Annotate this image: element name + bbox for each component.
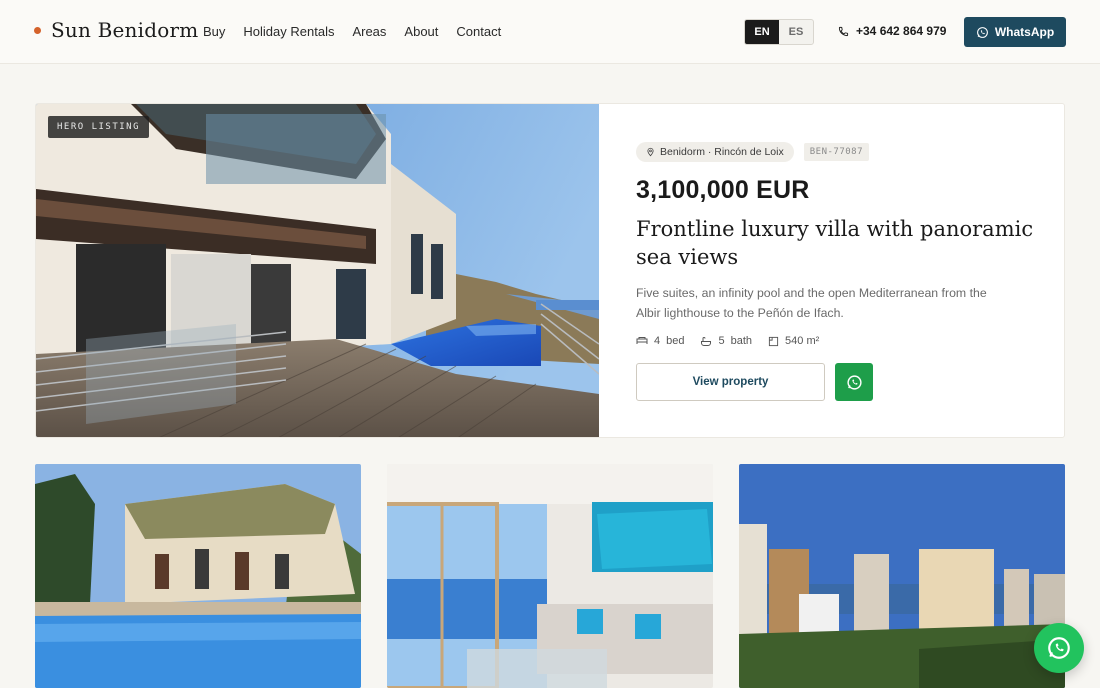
lang-es[interactable]: ES [779,20,813,44]
brand-dot [34,26,41,34]
listing-card-image[interactable] [35,464,361,688]
floating-whatsapp-button[interactable] [1034,623,1084,673]
phone-icon [838,26,849,36]
location-tag: Benidorm · Rincón de Loix [636,142,794,162]
baths-label: bath [730,335,753,347]
listing-description: Five suites, an infinity pool and the op… [636,286,987,320]
hero-villa-image[interactable]: HERO LISTING [36,104,599,437]
spec-baths: 5 bath [700,335,752,347]
beds-label: bed [666,335,685,347]
listing-card-image[interactable] [387,464,713,688]
listing-title[interactable]: Frontline luxury villa with panoramic se… [636,215,1046,271]
brand-name: Sun Benidorm [51,18,199,42]
hero-listing-details: Benidorm · Rincón de Loix BEN-77087 3,10… [636,142,1046,401]
pin-icon [647,147,654,157]
bed-icon [636,337,648,344]
nav-about[interactable]: About [404,24,438,39]
spec-beds: 4 bed [636,335,684,347]
baths-count: 5 [718,335,725,347]
lang-en[interactable]: EN [745,20,779,44]
listing-card-image[interactable] [739,464,1065,688]
nav-holiday-rentals[interactable]: Holiday Rentals [243,24,334,39]
area-value: 540 m² [785,335,820,347]
nav-buy[interactable]: Buy [203,24,225,39]
beds-count: 4 [654,335,661,347]
spec-area: 540 m² [768,335,819,347]
area-icon [768,336,779,346]
whatsapp-button[interactable]: WhatsApp [964,17,1066,47]
brand-logo[interactable]: Sun Benidorm [34,18,198,42]
whatsapp-icon [976,26,988,38]
whatsapp-icon [846,374,862,390]
nav-contact[interactable]: Contact [456,24,501,39]
location-text: Benidorm · Rincón de Loix [660,146,784,158]
view-property-button[interactable]: View property [636,363,825,401]
listing-price: 3,100,000 EUR [636,176,810,204]
site-header: Sun Benidorm Buy Holiday Rentals Areas A… [0,0,1100,64]
listing-specs: 4 bed 5 bath 540 m² [636,335,1046,347]
phone-number: +34 642 864 979 [856,24,947,38]
whatsapp-icon [1048,637,1070,659]
bath-icon [701,336,712,346]
nav-areas[interactable]: Areas [352,24,386,39]
phone-link[interactable]: +34 642 864 979 [838,24,946,38]
language-switcher: EN ES [744,19,814,45]
hero-listing-card: HERO LISTING Benidorm · Rincón de Loix B… [35,103,1065,438]
listing-whatsapp-button[interactable] [835,363,873,401]
whatsapp-button-label: WhatsApp [994,25,1055,39]
reference-code: BEN-77087 [803,143,870,161]
hero-listing-badge: HERO LISTING [48,116,150,138]
main-nav: Buy Holiday Rentals Areas About Contact [203,24,501,39]
